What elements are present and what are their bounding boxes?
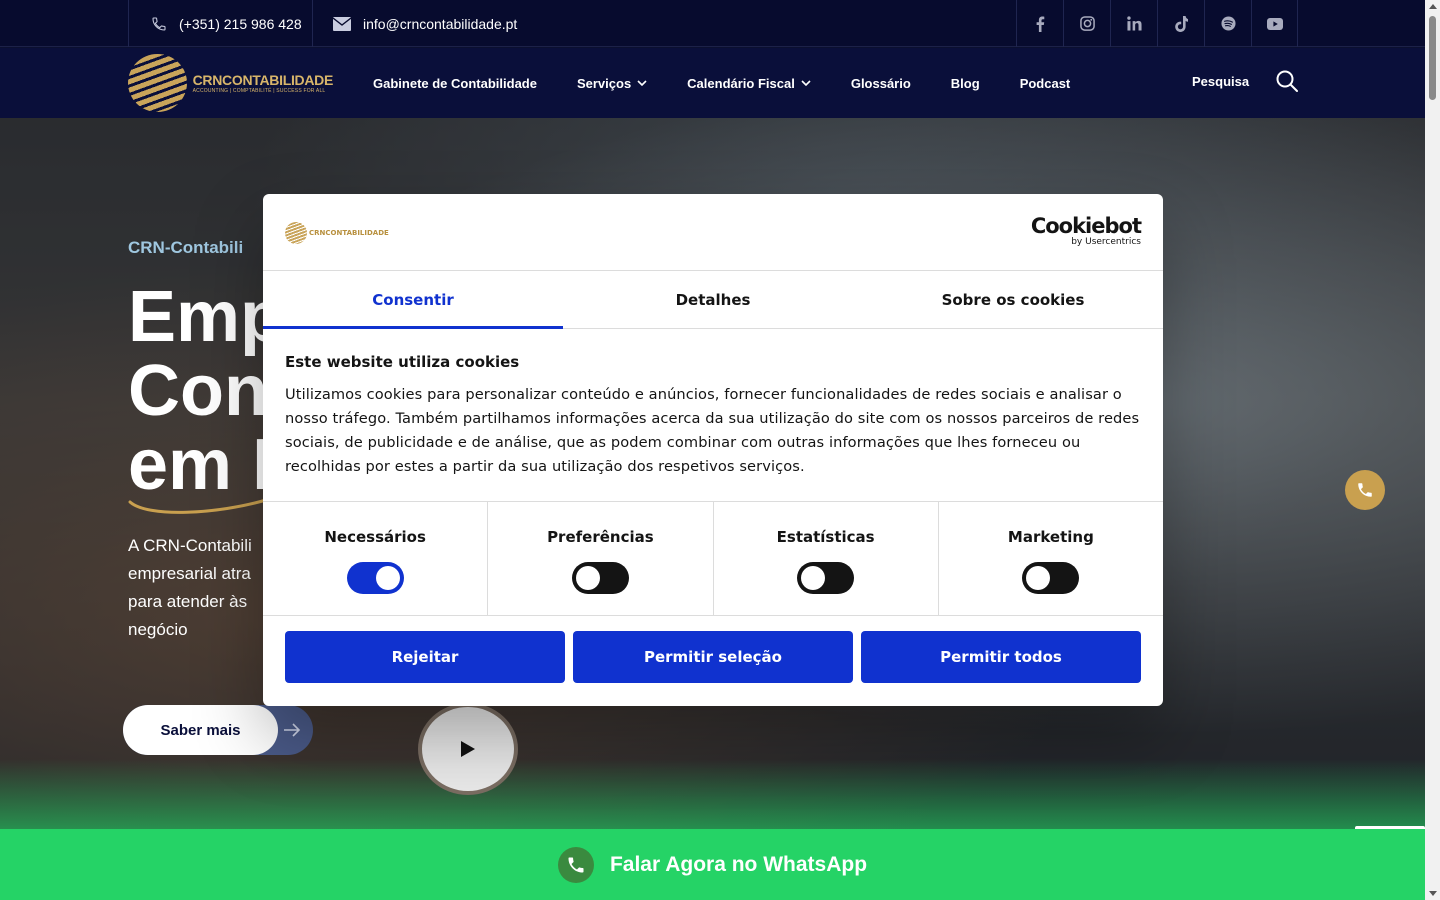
tiktok-icon[interactable] — [1157, 0, 1204, 47]
phone-number: (+351) 215 986 428 — [179, 15, 302, 32]
tab-sobre-os-cookies[interactable]: Sobre os cookies — [863, 271, 1163, 328]
main-nav: CRNCONTABILIDADE ACCOUNTING | COMPTABILI… — [0, 48, 1425, 118]
switch-knob — [1026, 566, 1051, 590]
switch-knob — [375, 566, 400, 590]
switch-knob — [801, 566, 826, 590]
spotify-icon[interactable] — [1204, 0, 1251, 47]
scroll-up-arrow-icon[interactable] — [1429, 4, 1437, 9]
hero-headline-line-2: Con — [128, 351, 268, 431]
phone-link[interactable]: (+351) 215 986 428 — [128, 0, 313, 47]
page-scrollbar[interactable] — [1425, 0, 1440, 900]
cookie-dialog-tabs: Consentir Detalhes Sobre os cookies — [263, 271, 1163, 329]
cookie-dialog-logo: CRNCONTABILIDADE — [285, 222, 389, 244]
play-icon — [461, 741, 475, 757]
necessarios-switch[interactable] — [346, 562, 404, 594]
chevron-down-icon — [637, 80, 647, 86]
cookiebot-subtitle: by Usercentrics — [1071, 237, 1141, 247]
hero-bottom-glow — [0, 759, 1425, 829]
estatisticas-switch[interactable] — [797, 562, 855, 594]
nav-item-label: Gabinete de Contabilidade — [373, 75, 537, 91]
whatsapp-label: Falar Agora no WhatsApp — [609, 852, 868, 876]
saber-mais-label: Saber mais — [123, 705, 278, 755]
envelope-icon — [333, 16, 351, 31]
nav-item-label: Calendário Fiscal — [687, 75, 795, 91]
cookie-dialog-heading: Este website utiliza cookies — [285, 353, 520, 371]
nav-item-label: Serviços — [576, 75, 632, 91]
toggle-label: Necessários — [324, 528, 426, 546]
toggle-group-preferencias: Preferências — [488, 502, 714, 615]
cookiebot-brand[interactable]: Cookiebot by Usercentrics — [1030, 214, 1142, 247]
email-address: info@crncontabilidade.pt — [363, 15, 518, 32]
marketing-switch[interactable] — [1022, 562, 1080, 594]
hero-eyebrow: CRN-Contabili — [128, 238, 244, 257]
preferencias-switch[interactable] — [571, 562, 629, 594]
logo-mark-icon — [285, 222, 307, 244]
email-link[interactable]: info@crncontabilidade.pt — [313, 0, 517, 47]
toggle-label: Estatísticas — [776, 528, 875, 546]
nav-item-glossario[interactable]: Glossário — [851, 76, 911, 91]
social-links — [1016, 0, 1298, 47]
hero-paragraph: A CRN-Contabili empresarial atra para at… — [128, 532, 268, 644]
toggle-group-necessarios: Necessários — [263, 502, 489, 615]
play-video-button[interactable] — [418, 703, 518, 795]
rejeitar-button[interactable]: Rejeitar — [285, 631, 565, 683]
logo-mark-icon — [128, 54, 187, 112]
scroll-down-arrow-icon[interactable] — [1429, 891, 1437, 896]
whatsapp-icon — [557, 846, 594, 883]
search-label[interactable]: Pesquisa — [1192, 74, 1249, 89]
toggle-label: Preferências — [547, 528, 654, 546]
cookie-category-toggles: Necessários Preferências Estatísticas Ma… — [263, 502, 1163, 616]
hero-paragraph-line: negócio — [128, 620, 188, 639]
chevron-down-icon — [801, 80, 811, 86]
nav-item-blog[interactable]: Blog — [951, 76, 980, 91]
cookie-dialog-header: CRNCONTABILIDADE Cookiebot by Usercentri… — [263, 194, 1163, 271]
site-logo[interactable]: CRNCONTABILIDADE ACCOUNTING | COMPTABILI… — [128, 54, 333, 112]
nav-menu: Gabinete de Contabilidade Serviços Calen… — [373, 48, 1110, 118]
top-bar: (+351) 215 986 428 info@crncontabilidade… — [0, 0, 1425, 47]
cookie-consent-dialog: CRNCONTABILIDADE Cookiebot by Usercentri… — [263, 194, 1163, 706]
tab-detalhes[interactable]: Detalhes — [563, 271, 863, 328]
hero-paragraph-line: empresarial atra — [128, 564, 251, 583]
logo-text: CRNCONTABILIDADE — [192, 72, 334, 88]
toggle-group-marketing: Marketing — [939, 502, 1163, 615]
permitir-selecao-button[interactable]: Permitir seleção — [573, 631, 853, 683]
toggle-label: Marketing — [1007, 528, 1094, 546]
permitir-todos-button[interactable]: Permitir todos — [861, 631, 1141, 683]
nav-item-calendario-fiscal[interactable]: Calendário Fiscal — [687, 76, 811, 91]
cookie-dialog-actions: Rejeitar Permitir seleção Permitir todos — [263, 616, 1163, 683]
nav-item-podcast[interactable]: Podcast — [1020, 76, 1071, 91]
saber-mais-button[interactable]: Saber mais — [123, 705, 313, 755]
youtube-icon[interactable] — [1251, 0, 1298, 47]
whatsapp-bar[interactable]: Falar Agora no WhatsApp — [0, 829, 1425, 900]
cookie-dialog-logo-text: CRNCONTABILIDADE — [309, 229, 389, 237]
switch-knob — [575, 566, 600, 590]
cookie-dialog-text: Utilizamos cookies para personalizar con… — [285, 386, 1140, 475]
scrollbar-thumb[interactable] — [1429, 16, 1436, 100]
arrow-right-icon — [284, 723, 301, 737]
linkedin-icon[interactable] — [1110, 0, 1157, 47]
nav-item-gabinete[interactable]: Gabinete de Contabilidade — [373, 76, 537, 91]
tab-consentir[interactable]: Consentir — [263, 271, 563, 329]
phone-icon — [1358, 483, 1372, 497]
cookiebot-wordmark: Cookiebot — [1030, 214, 1142, 238]
instagram-icon[interactable] — [1063, 0, 1110, 47]
toggle-group-estatisticas: Estatísticas — [714, 502, 939, 615]
nav-item-label: Podcast — [1019, 75, 1071, 91]
hero-headline-line-3: em I — [128, 425, 273, 505]
nav-item-servicos[interactable]: Serviços — [577, 76, 647, 91]
phone-icon — [152, 16, 166, 31]
hero-headline-line-1: Emp — [128, 277, 285, 357]
cookie-dialog-body: Este website utiliza cookies Utilizamos … — [263, 329, 1163, 502]
search-icon[interactable] — [1276, 70, 1298, 92]
hero-headline: Emp Con em I — [128, 280, 284, 502]
nav-item-label: Blog — [950, 75, 980, 91]
call-floating-button[interactable] — [1345, 470, 1385, 510]
facebook-icon[interactable] — [1016, 0, 1063, 47]
logo-tagline: ACCOUNTING | COMPTABILITÉ | SUCCESS FOR … — [192, 88, 326, 94]
gold-swoosh-icon — [128, 498, 268, 514]
hero-paragraph-line: A CRN-Contabili — [128, 536, 252, 555]
nav-item-label: Glossário — [850, 75, 911, 91]
hero-paragraph-line: para atender às — [128, 592, 248, 611]
logo-wordmark: CRNCONTABILIDADE ACCOUNTING | COMPTABILI… — [192, 72, 334, 94]
